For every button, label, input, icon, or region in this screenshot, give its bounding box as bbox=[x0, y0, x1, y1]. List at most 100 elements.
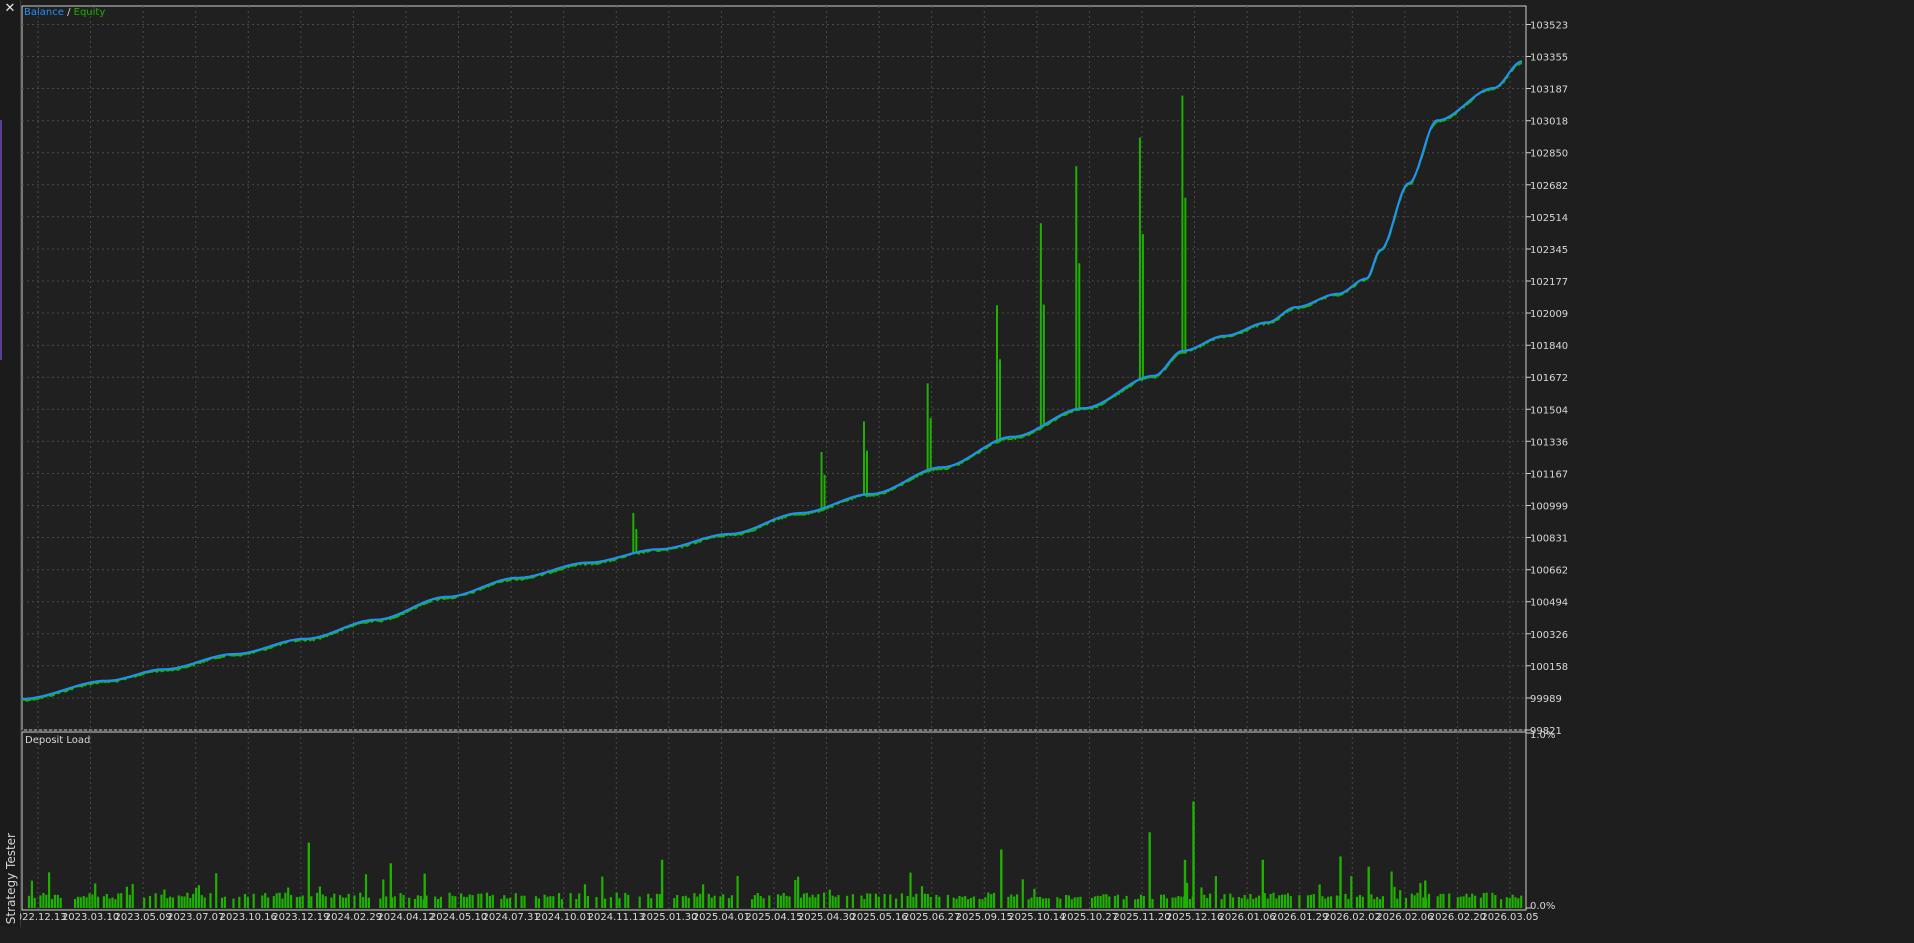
deposit-load-bar bbox=[324, 896, 327, 908]
deposit-load-bar bbox=[471, 895, 474, 908]
deposit-load-bar bbox=[1269, 894, 1272, 908]
deposit-load-bar bbox=[382, 879, 385, 908]
x-tick-label: 2024.11.13 bbox=[588, 912, 645, 923]
deposit-load-bar bbox=[1278, 895, 1281, 908]
deposit-load-bar bbox=[560, 899, 563, 908]
x-tick-label: 2025.09.15 bbox=[956, 912, 1013, 923]
deposit-load-bar bbox=[1000, 849, 1003, 908]
deposit-load-bar bbox=[1347, 898, 1350, 908]
y-tick-label: 100831 bbox=[1530, 534, 1568, 545]
deposit-load-bar bbox=[477, 893, 480, 908]
deposit-load-bar bbox=[1206, 898, 1209, 908]
x-tick-label: 2025.01.30 bbox=[640, 912, 697, 923]
deposit-load-bar bbox=[710, 897, 713, 908]
deposit-load-bar bbox=[468, 894, 471, 908]
deposit-load-bar bbox=[601, 876, 604, 908]
deposit-load-bar bbox=[385, 896, 388, 908]
deposit-load-bar bbox=[615, 892, 618, 908]
x-tick-label: 2026.01.06 bbox=[1219, 912, 1276, 923]
deposit-load-bar bbox=[1500, 899, 1503, 908]
deposit-load-bar bbox=[987, 892, 990, 908]
deposit-load-bar bbox=[923, 893, 926, 908]
x-tick-label: 2024.02.29 bbox=[325, 912, 382, 923]
deposit-load-bar bbox=[85, 897, 88, 908]
x-tick-label: 2024.04.12 bbox=[377, 912, 434, 923]
deposit-load-bar bbox=[200, 895, 203, 908]
deposit-load-bar bbox=[846, 895, 849, 908]
deposit-load-bar bbox=[171, 897, 175, 908]
deposit-load-bar bbox=[1099, 896, 1102, 908]
deposit-load-bar bbox=[906, 896, 909, 908]
deposit-load-bar bbox=[1272, 892, 1275, 908]
close-icon[interactable]: ✕ bbox=[3, 2, 17, 16]
deposit-load-bar bbox=[413, 899, 417, 908]
deposit-load-bar bbox=[1203, 894, 1206, 908]
deposit-load-bar bbox=[814, 897, 817, 908]
x-tick-label: 2026.02.02 bbox=[1324, 912, 1381, 923]
deposit-load-bar bbox=[1214, 876, 1217, 908]
deposit-load-bar bbox=[252, 893, 255, 908]
deposit-load-bar bbox=[1105, 894, 1108, 908]
deposit-load-bar bbox=[76, 896, 80, 908]
deposit-load-bar bbox=[883, 894, 886, 908]
deposit-load-bar bbox=[1283, 894, 1287, 908]
deposit-load-bar bbox=[120, 893, 123, 908]
deposit-load-bar bbox=[1246, 899, 1249, 908]
deposit-load-bar bbox=[624, 892, 627, 908]
deposit-load-bar bbox=[1462, 896, 1465, 908]
deposit-load-bar bbox=[33, 897, 36, 908]
deposit-load-bar bbox=[74, 899, 77, 908]
deposit-load-bar bbox=[549, 896, 552, 908]
deposit-load-bar bbox=[1344, 893, 1347, 908]
deposit-load-bar bbox=[53, 894, 56, 908]
deposit-load-bar bbox=[660, 859, 664, 908]
deposit-load-bar bbox=[1361, 896, 1364, 908]
deposit-load-bar bbox=[339, 895, 342, 908]
deposit-load-bar bbox=[713, 895, 716, 908]
deposit-load-bar bbox=[108, 898, 111, 908]
deposit-load-bar bbox=[961, 896, 964, 908]
deposit-load-bar bbox=[1367, 866, 1370, 908]
deposit-load-bar bbox=[1255, 897, 1258, 908]
deposit-load-bar bbox=[569, 893, 572, 908]
deposit-load-bar bbox=[874, 893, 877, 908]
deposit-load-bar bbox=[794, 880, 797, 908]
deposit-load-bar bbox=[102, 896, 105, 908]
x-tick-label: 2026.02.20 bbox=[1429, 912, 1486, 923]
deposit-load-bar bbox=[284, 892, 287, 908]
deposit-load-bar bbox=[788, 896, 791, 908]
deposit-load-bar bbox=[1223, 894, 1226, 908]
deposit-load-bar bbox=[609, 897, 612, 908]
deposit-load-bar bbox=[782, 893, 785, 908]
x-tick-label: 2023.03.10 bbox=[62, 912, 119, 923]
deposit-load-bar bbox=[595, 897, 598, 908]
deposit-load-bar bbox=[1030, 897, 1033, 908]
deposit-load-bar bbox=[281, 898, 284, 908]
y-tick-label: 102850 bbox=[1530, 149, 1568, 160]
deposit-load-bar bbox=[1134, 899, 1137, 908]
deposit-load-bar bbox=[1318, 884, 1321, 908]
deposit-load-bar bbox=[1151, 899, 1154, 908]
chart-area: 9982199989100158100326100494100662100831… bbox=[20, 5, 1568, 923]
deposit-load-bar bbox=[817, 894, 820, 908]
deposit-load-bar bbox=[797, 876, 800, 908]
deposit-load-bar bbox=[1379, 899, 1382, 908]
deposit-load-bar bbox=[1067, 895, 1070, 908]
x-tick-label: 2023.05.09 bbox=[115, 912, 172, 923]
deposit-load-bar bbox=[860, 895, 863, 908]
deposit-load-bar bbox=[465, 897, 468, 908]
deposit-load-bar bbox=[344, 897, 347, 908]
legend-balance-label: Balance bbox=[24, 7, 64, 18]
deposit-load-bar bbox=[707, 893, 710, 908]
deposit-load-bar bbox=[341, 897, 345, 908]
deposit-load-bar bbox=[1007, 896, 1010, 908]
x-tick-label: 2025.11.20 bbox=[1113, 912, 1170, 923]
deposit-load-bar bbox=[509, 897, 512, 908]
deposit-load-bar bbox=[1424, 880, 1427, 908]
deposit-load-bar bbox=[1240, 898, 1243, 908]
deposit-load-bar bbox=[684, 895, 687, 908]
deposit-load-bar bbox=[785, 895, 788, 908]
deposit-load-bar bbox=[863, 899, 866, 908]
deposit-load-bar bbox=[727, 898, 731, 908]
deposit-load-bar bbox=[1027, 899, 1030, 908]
